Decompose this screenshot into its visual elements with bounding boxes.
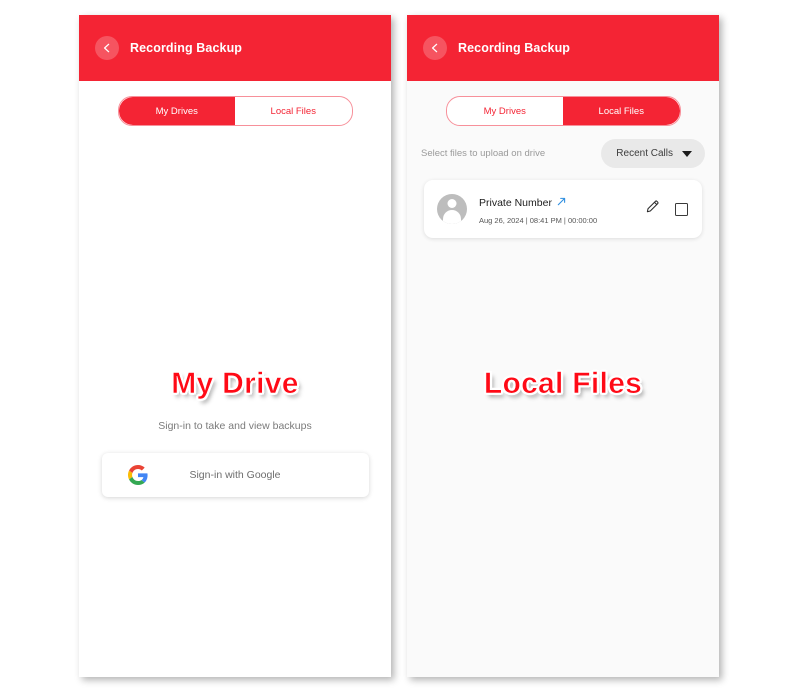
- recent-calls-dropdown[interactable]: Recent Calls: [601, 139, 705, 168]
- recent-calls-dropdown-value: Recent Calls: [616, 148, 673, 159]
- right-tabs-container: My Drives Local Files: [407, 81, 719, 126]
- pencil-icon[interactable]: [644, 198, 661, 220]
- select-files-hint: Select files to upload on drive: [421, 148, 546, 159]
- sign-in-with-google-button[interactable]: Sign-in with Google: [101, 453, 369, 497]
- screenshot-stage: Recording Backup My Drives Local Files M…: [0, 0, 800, 697]
- left-tabs-container: My Drives Local Files: [79, 81, 391, 126]
- phone-screen-my-drives: Recording Backup My Drives Local Files M…: [79, 15, 391, 677]
- right-appbar: Recording Backup: [407, 15, 719, 81]
- my-drive-overlay-label: My Drive: [171, 367, 299, 401]
- signin-subtitle: Sign-in to take and view backups: [158, 420, 312, 432]
- google-g-icon: [127, 465, 148, 485]
- outgoing-call-arrow-icon: [556, 194, 567, 212]
- file-select-checkbox[interactable]: [675, 202, 688, 216]
- tab-my-drives[interactable]: My Drives: [118, 97, 235, 125]
- file-item-actions: [644, 198, 688, 220]
- chevron-down-icon: [682, 150, 692, 157]
- right-segmented-control: My Drives Local Files: [445, 96, 681, 126]
- file-list-item[interactable]: Private Number Aug 26, 2024 | 08:41 PM |…: [424, 180, 702, 238]
- local-files-overlay-label: Local Files: [483, 367, 643, 401]
- left-panel-body: My Drives Local Files My Drive Sign-in t…: [79, 81, 391, 677]
- right-overlay-content: Local Files: [407, 367, 719, 401]
- phone-screen-local-files: Recording Backup My Drives Local Files S…: [407, 15, 719, 677]
- left-center-content: My Drive Sign-in to take and view backup…: [79, 367, 391, 497]
- left-appbar: Recording Backup: [79, 15, 391, 81]
- left-appbar-title: Recording Backup: [130, 41, 243, 55]
- tab-my-drives-right[interactable]: My Drives: [446, 97, 563, 125]
- select-files-row: Select files to upload on drive Recent C…: [407, 126, 719, 168]
- file-info: Private Number Aug 26, 2024 | 08:41 PM |…: [479, 194, 644, 225]
- right-panel-body: My Drives Local Files Select files to up…: [407, 81, 719, 677]
- person-avatar-icon: [437, 194, 467, 224]
- back-button-right[interactable]: [423, 36, 447, 60]
- tab-local-files-right[interactable]: Local Files: [563, 97, 680, 125]
- left-segmented-control: My Drives Local Files: [117, 96, 353, 126]
- file-name: Private Number: [479, 196, 552, 209]
- back-button[interactable]: [95, 36, 119, 60]
- file-meta: Aug 26, 2024 | 08:41 PM | 00:00:00: [479, 215, 598, 225]
- right-appbar-title: Recording Backup: [458, 41, 571, 55]
- chevron-left-icon: [429, 42, 441, 54]
- tab-local-files[interactable]: Local Files: [235, 97, 352, 125]
- chevron-left-icon: [101, 42, 113, 54]
